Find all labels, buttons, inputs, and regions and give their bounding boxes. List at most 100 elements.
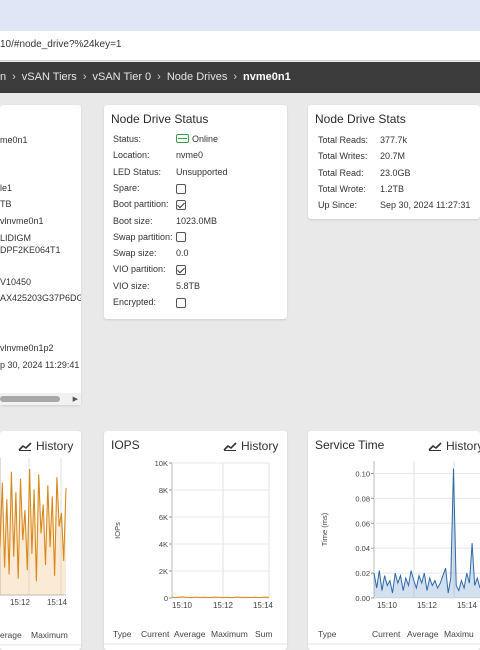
breadcrumb-item-vsan-tiers[interactable]: vSAN Tiers	[22, 71, 77, 83]
y-tick-label: 10K	[155, 459, 168, 468]
panel-title: Node Drive Stats	[315, 112, 406, 126]
chart-panel-iops: IOPS History 0 2K 4K 6K 8K 10K IOPs 15:10 15:12 1…	[104, 431, 287, 650]
node-drive-info-panel: me0n1 le1 TB vlnvme0n1 LIDIGM DPF2KE064T…	[0, 105, 81, 405]
panel-title: Node Drive Status	[111, 112, 209, 126]
x-tick-label: 15:10	[172, 601, 193, 610]
info-value-firmware: V10450	[0, 277, 32, 287]
info-value-device: vlnvme0n1	[0, 216, 44, 226]
drive-online-icon	[176, 134, 189, 143]
series-line	[171, 596, 270, 599]
status-row-label: Swap partition:	[113, 231, 173, 242]
y-tick-label: 0	[164, 594, 168, 603]
table-header: erage	[0, 630, 22, 640]
x-tick-label: 15:12	[213, 601, 234, 610]
status-row-label: LED Status:	[113, 166, 162, 177]
stats-row-label: Total Writes:	[318, 151, 368, 162]
stats-row-value: 20.7M	[380, 151, 406, 162]
table-header: Current	[372, 629, 401, 639]
horizontal-scrollbar[interactable]: ▶	[0, 393, 81, 405]
y-tick-label: 6K	[159, 513, 168, 522]
chart-throughput: 15:12 15:14 erage Maximum	[0, 458, 81, 646]
info-value-since: p 30, 2024 11:29:41	[0, 360, 80, 370]
breadcrumb-item[interactable]: n	[0, 71, 6, 83]
y-axis-label: Time (ms)	[320, 512, 329, 546]
x-tick-label: 15:14	[253, 601, 274, 610]
scroll-right-arrow-icon[interactable]: ▶	[73, 395, 78, 403]
breadcrumb-separator-icon: ›	[82, 71, 87, 83]
table-header: Average	[407, 629, 439, 639]
address-bar[interactable]: 10/#node_drive?%24key=1	[0, 31, 480, 61]
status-row-label: Swap size:	[113, 248, 157, 259]
table-header: Sum	[255, 629, 272, 639]
status-row-label: VIO partition:	[113, 264, 166, 275]
series-line	[373, 468, 480, 594]
node-drive-stats-panel: Node Drive Stats Total Reads: 377.7k Total…	[308, 105, 480, 219]
breadcrumb-item-vsan-tier-0[interactable]: vSAN Tier 0	[92, 71, 151, 83]
table-header: Type	[113, 629, 132, 639]
status-row-label: Boot partition:	[113, 199, 169, 210]
status-row-label: VIO size:	[113, 280, 150, 291]
breadcrumb-separator-icon: ›	[12, 71, 16, 83]
breadcrumb-item-node-drives[interactable]: Node Drives	[167, 71, 228, 83]
status-row-checkbox-cell	[176, 232, 186, 243]
y-tick-label: 0.06	[355, 519, 370, 528]
checkbox-swap-partition[interactable]	[176, 232, 186, 243]
table-header: Current	[141, 629, 170, 639]
y-tick-label: 0.10	[355, 469, 370, 478]
checkbox-vio-partition[interactable]	[176, 265, 186, 276]
status-row-value: 5.8TB	[176, 280, 201, 291]
breadcrumb: n › vSAN Tiers › vSAN Tier 0 › Node Drives ›…	[0, 62, 480, 93]
status-row-value: Unsupported	[176, 166, 228, 177]
x-tick-label: 15:10	[377, 601, 398, 610]
status-row-label: Boot size:	[113, 215, 153, 226]
status-row-checkbox-cell	[176, 264, 186, 276]
series-area	[374, 468, 480, 598]
y-tick-label: 2K	[159, 567, 168, 576]
stats-row-value: 377.7k	[380, 135, 408, 145]
checkbox-encrypted[interactable]	[176, 297, 186, 308]
status-row-label: Location:	[113, 150, 150, 161]
info-value-size: TB	[0, 199, 12, 209]
breadcrumb-current: nvme0n1	[243, 71, 291, 83]
checkbox-spare[interactable]	[176, 183, 186, 194]
y-axis-label: IOPs	[113, 522, 122, 539]
status-row-label: Status:	[113, 134, 142, 144]
table-header: Average	[174, 629, 206, 639]
table-header: Maximum	[211, 629, 248, 639]
info-value: le1	[0, 183, 13, 193]
status-online: Online	[176, 134, 218, 144]
y-tick-label: 0.08	[355, 494, 370, 503]
status-row-checkbox-cell	[176, 183, 186, 194]
status-row-label: Spare:	[113, 182, 140, 193]
status-row-checkbox-cell	[176, 297, 186, 308]
table-header: Type	[318, 629, 337, 639]
url-text[interactable]: 10/#node_drive?%24key=1	[0, 39, 121, 50]
status-row-label: Encrypted:	[113, 297, 157, 307]
status-row-value: nvme0	[176, 150, 204, 161]
stats-row-label: Total Reads:	[318, 135, 369, 145]
y-tick-label: 4K	[159, 540, 168, 549]
chart-panel-service-time: Service Time History 0.00 0.02 0.04 0.06 0.0…	[308, 431, 480, 650]
info-value-vendor: LIDIGM	[0, 233, 32, 243]
info-value-partition: vlnvme0n1p2	[0, 343, 54, 353]
stats-row-label: Up Since:	[318, 200, 358, 211]
stats-row-value: Sep 30, 2024 11:27:31	[380, 200, 471, 211]
y-tick-label: 0.00	[355, 594, 370, 603]
scrollbar-thumb[interactable]	[0, 396, 60, 402]
table-header: Maximu	[444, 629, 474, 639]
x-tick-label: 15:12	[417, 601, 438, 610]
checkbox-boot-partition[interactable]	[176, 199, 186, 210]
table-header: Maximum	[31, 630, 68, 640]
stats-row-value: 23.0GB	[380, 167, 411, 178]
node-drive-status-panel: Node Drive Status Status: Online Location:…	[104, 105, 287, 319]
y-tick-label: 0.04	[355, 544, 370, 553]
info-value-serial: AX425203G37P6DGN	[0, 293, 81, 303]
stats-row-value: 1.2TB	[380, 183, 405, 194]
info-value-name: me0n1	[0, 135, 28, 145]
stats-row-label: Total Read:	[318, 167, 364, 178]
x-tick-label: 15:14	[457, 601, 478, 610]
status-row-checkbox-cell	[176, 199, 186, 210]
status-row-value: 0.0	[176, 248, 189, 259]
breadcrumb-separator-icon: ›	[157, 71, 161, 83]
x-tick-label: 15:14	[47, 598, 68, 607]
